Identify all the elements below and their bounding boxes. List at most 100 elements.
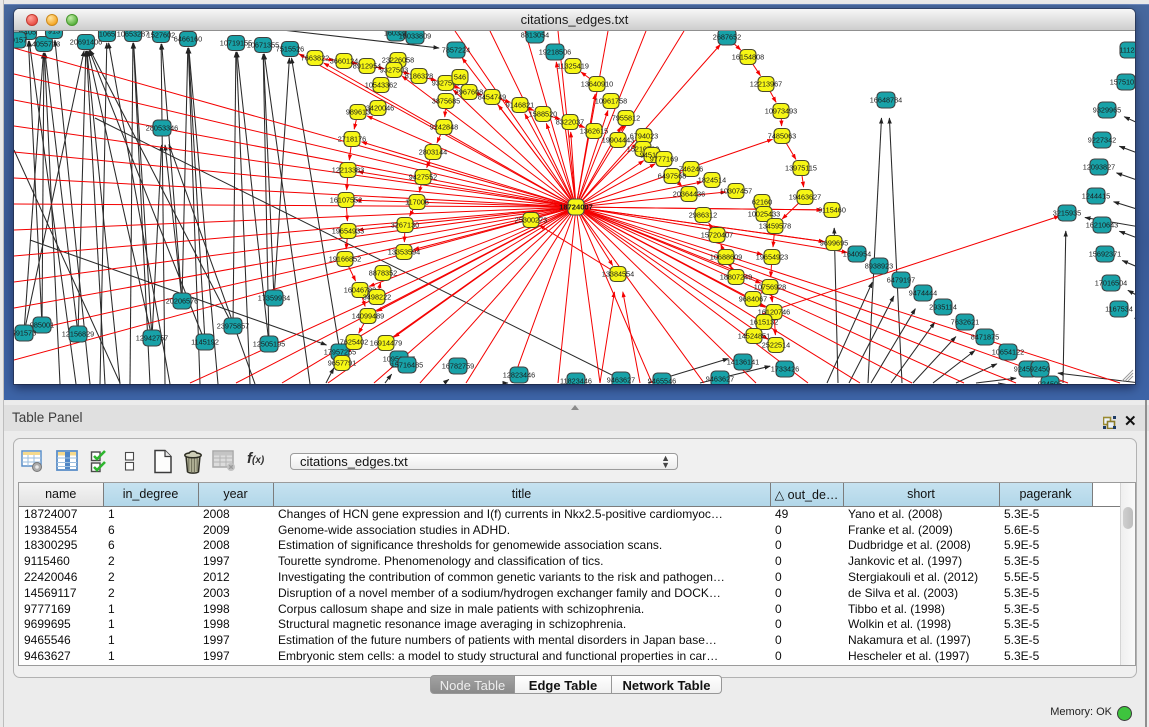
svg-text:19218506: 19218506 (539, 48, 571, 57)
svg-text:1733426: 1733426 (771, 365, 799, 374)
svg-text:1362615: 1362615 (580, 127, 608, 136)
svg-text:11124: 11124 (1119, 46, 1135, 55)
svg-text:13459578: 13459578 (759, 222, 791, 231)
svg-text:12823446: 12823446 (503, 371, 535, 380)
svg-text:7663822: 7663822 (301, 54, 329, 63)
svg-text:9699695: 9699695 (820, 239, 848, 248)
svg-text:18724007: 18724007 (559, 203, 593, 212)
svg-text:1824514: 1824514 (698, 176, 726, 185)
svg-text:11325419: 11325419 (557, 62, 589, 71)
svg-text:1167534: 1167534 (1105, 305, 1133, 314)
svg-text:19654923: 19654923 (756, 253, 788, 262)
svg-text:913: 913 (48, 31, 60, 36)
svg-text:8471875: 8471875 (971, 333, 999, 342)
svg-text:28053346: 28053346 (146, 124, 178, 133)
svg-text:1244415: 1244415 (1082, 192, 1110, 201)
svg-text:7955812: 7955812 (612, 114, 640, 123)
svg-text:10025433: 10025433 (748, 210, 780, 219)
svg-text:14524851: 14524851 (738, 332, 770, 341)
svg-text:12942757: 12942757 (136, 334, 168, 343)
svg-text:20691406: 20691406 (70, 38, 102, 47)
svg-text:8813054: 8813054 (521, 31, 549, 40)
svg-text:13384554: 13384554 (602, 270, 634, 279)
svg-text:9115460: 9115460 (818, 206, 846, 215)
svg-text:14099489: 14099489 (352, 312, 384, 321)
svg-text:3498222: 3498222 (363, 293, 391, 302)
svg-text:9242848: 9242848 (430, 123, 458, 132)
svg-text:6497568: 6497568 (658, 172, 686, 181)
svg-text:14055713: 14055713 (28, 40, 60, 49)
svg-text:546: 546 (454, 73, 466, 82)
svg-text:16154808: 16154808 (732, 53, 764, 62)
svg-text:1065: 1065 (99, 31, 115, 39)
svg-text:9427552: 9427552 (409, 173, 437, 182)
svg-text:25300273: 25300273 (515, 216, 547, 225)
svg-text:9684067: 9684067 (739, 295, 767, 304)
svg-text:2803144: 2803144 (419, 148, 447, 157)
svg-text:12093827: 12093827 (1083, 163, 1115, 172)
svg-text:16914479: 16914479 (370, 339, 402, 348)
svg-text:3267130: 3267130 (391, 221, 419, 230)
svg-text:7625402: 7625402 (340, 338, 368, 347)
svg-text:8454749: 8454749 (478, 93, 506, 102)
svg-text:2986312: 2986312 (689, 211, 717, 220)
svg-text:8186328: 8186328 (405, 72, 433, 81)
svg-text:7485063: 7485063 (768, 132, 796, 141)
svg-text:9474444: 9474444 (909, 289, 937, 298)
svg-text:9463627: 9463627 (607, 376, 635, 384)
svg-text:10961758: 10961758 (595, 97, 627, 106)
svg-text:7857224: 7857224 (442, 46, 470, 55)
svg-text:62160: 62160 (752, 198, 772, 207)
svg-text:2718176: 2718176 (338, 135, 366, 144)
svg-text:2935114: 2935114 (929, 303, 957, 312)
svg-text:19463627: 19463627 (789, 193, 821, 202)
svg-text:13353594: 13353594 (388, 248, 420, 257)
svg-text:9146821: 9146821 (506, 101, 534, 110)
svg-text:16210643: 16210643 (1086, 221, 1118, 230)
svg-text:3875685: 3875685 (432, 97, 460, 106)
svg-text:10654122: 10654122 (992, 348, 1024, 357)
svg-text:3215935: 3215935 (1053, 209, 1081, 218)
svg-text:9465546: 9465546 (648, 377, 676, 384)
svg-text:2687652: 2687652 (713, 33, 741, 42)
svg-text:10973493: 10973493 (765, 107, 797, 116)
svg-text:13640910: 13640910 (581, 80, 613, 89)
svg-text:15692371: 15692371 (1089, 250, 1121, 259)
svg-text:8322037: 8322037 (556, 118, 584, 127)
svg-text:20206576: 20206576 (166, 297, 198, 306)
svg-text:12156829: 12156829 (62, 330, 94, 339)
svg-text:16648784: 16648784 (870, 96, 902, 105)
svg-text:18807249: 18807249 (720, 273, 752, 282)
svg-text:6466160: 6466160 (174, 35, 202, 44)
svg-text:991573: 991573 (14, 329, 36, 338)
svg-text:1145192: 1145192 (191, 338, 219, 347)
svg-text:924505: 924505 (1038, 380, 1062, 384)
svg-text:15716485: 15716485 (391, 361, 423, 370)
svg-text:8938923: 8938923 (865, 262, 893, 271)
svg-text:10307457: 10307457 (720, 187, 752, 196)
svg-text:23975857: 23975857 (217, 322, 249, 331)
svg-text:16033809: 16033809 (399, 32, 431, 41)
svg-text:10671355: 10671355 (247, 41, 279, 50)
svg-text:1588520: 1588520 (529, 110, 557, 119)
svg-text:13975115: 13975115 (785, 164, 817, 173)
svg-text:14136141: 14136141 (727, 358, 759, 367)
svg-text:117006: 117006 (405, 198, 429, 207)
svg-text:12505195: 12505195 (253, 340, 285, 349)
svg-text:9463627: 9463627 (706, 375, 734, 384)
svg-text:15751074: 15751074 (1110, 78, 1135, 87)
svg-text:7515526: 7515526 (276, 45, 304, 54)
svg-text:1640954: 1640954 (843, 250, 871, 259)
svg-text:10756928: 10756928 (754, 283, 786, 292)
svg-text:6479197: 6479197 (887, 276, 915, 285)
svg-text:12213383: 12213383 (332, 166, 364, 175)
svg-text:12213967: 12213967 (750, 80, 782, 89)
svg-text:7632621: 7632621 (951, 318, 979, 327)
svg-text:16782759: 16782759 (442, 362, 474, 371)
svg-text:17359934: 17359934 (258, 294, 290, 303)
svg-text:10653287: 10653287 (117, 31, 149, 39)
svg-text:19166852: 19166852 (329, 255, 361, 264)
svg-text:11823446: 11823446 (560, 377, 592, 384)
svg-text:2522514: 2522514 (762, 341, 790, 350)
svg-text:1527602: 1527602 (147, 31, 175, 40)
